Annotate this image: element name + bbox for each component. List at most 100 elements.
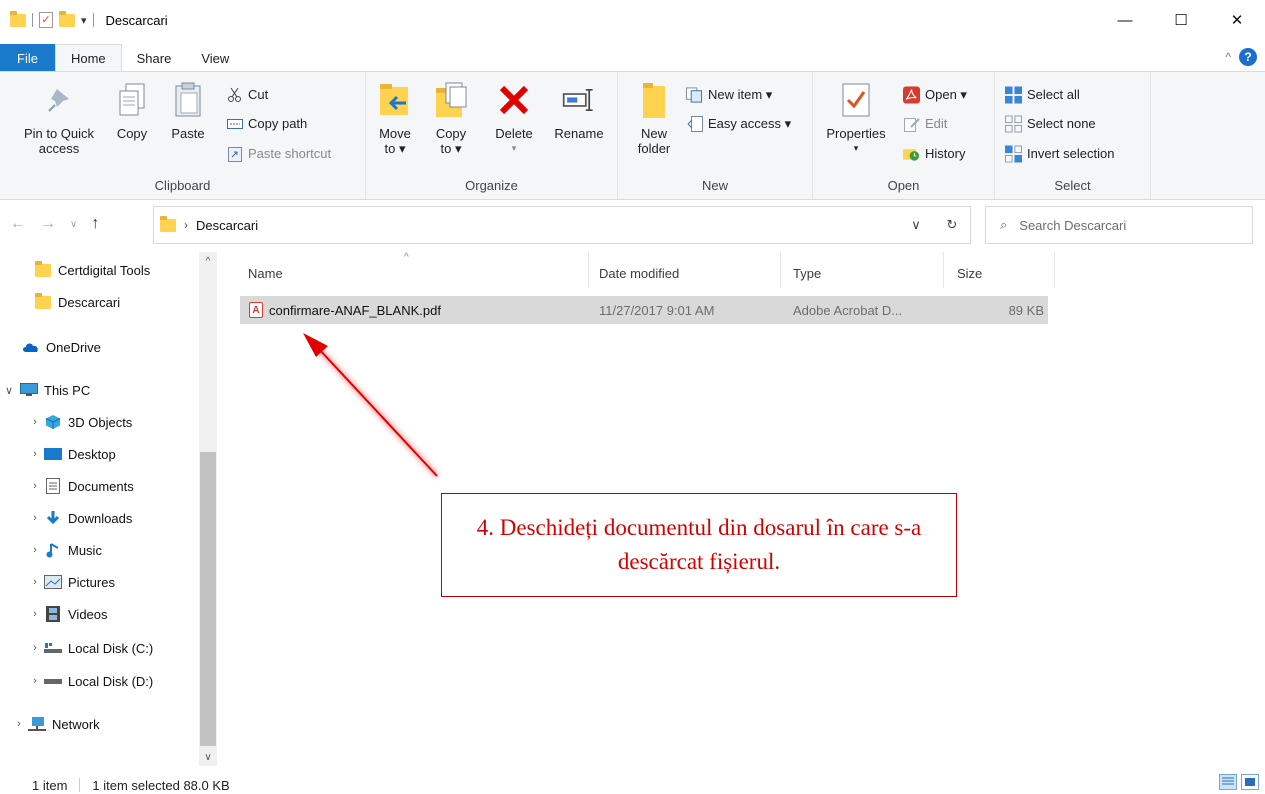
window-controls: — ☐ ✕ <box>1097 0 1265 40</box>
scroll-down-icon[interactable]: ∨ <box>199 748 217 766</box>
expand-icon[interactable]: › <box>10 718 28 730</box>
file-type: Adobe Acrobat D... <box>793 302 903 318</box>
copy-path-button[interactable]: Copy path <box>226 115 307 132</box>
forward-arrow-icon[interactable]: → <box>40 215 56 233</box>
column-header-name[interactable]: Name <box>248 260 588 286</box>
refresh-icon[interactable]: ↻ <box>934 207 970 243</box>
sidebar-item-videos[interactable]: › Videos <box>26 602 108 626</box>
delete-dropdown-icon[interactable]: ▾ <box>512 141 517 156</box>
download-arrow-icon <box>44 510 62 526</box>
expand-icon[interactable]: › <box>26 480 44 492</box>
cut-button[interactable]: Cut <box>226 86 268 103</box>
scroll-up-icon[interactable]: ^ <box>199 252 217 270</box>
new-folder-button[interactable]: New folder <box>632 80 676 156</box>
address-bar[interactable]: › Descarcari ∨ ↻ <box>153 206 971 244</box>
close-button[interactable]: ✕ <box>1209 0 1265 40</box>
search-input[interactable] <box>1019 217 1220 233</box>
organize-group: Move to ▾ Copy to ▾ Delete ▾ Rename Orga… <box>366 72 618 199</box>
column-separator[interactable] <box>1054 252 1055 288</box>
properties-dropdown-icon[interactable]: ▾ <box>854 141 859 156</box>
invert-selection-button[interactable]: Invert selection <box>1005 145 1114 162</box>
rename-button[interactable]: Rename <box>550 80 608 141</box>
sidebar-item-pictures[interactable]: › Pictures <box>26 570 115 594</box>
tab-view[interactable]: View <box>186 44 244 72</box>
scissors-icon <box>226 86 243 103</box>
sidebar-item-label: Documents <box>68 478 134 494</box>
expand-icon[interactable]: › <box>26 416 44 428</box>
sidebar-item-label: Local Disk (D:) <box>68 673 154 689</box>
customize-quick-access-icon[interactable]: ▾ <box>81 14 87 27</box>
maximize-button[interactable]: ☐ <box>1153 0 1209 40</box>
tab-share[interactable]: Share <box>122 44 187 72</box>
up-arrow-icon[interactable]: ↑ <box>91 215 99 233</box>
minimize-button[interactable]: — <box>1097 0 1153 40</box>
column-separator[interactable] <box>943 252 944 288</box>
details-view-icon[interactable] <box>1219 774 1237 790</box>
sidebar-item-label: Pictures <box>68 574 115 590</box>
new-item-button[interactable]: New item ▾ <box>686 86 772 103</box>
paste-button[interactable]: Paste <box>168 80 208 141</box>
paste-shortcut-button[interactable]: Paste shortcut <box>226 145 331 162</box>
sidebar-item-desktop[interactable]: › Desktop <box>26 442 116 466</box>
expand-icon[interactable]: › <box>26 642 44 654</box>
column-separator[interactable] <box>780 252 781 288</box>
expand-icon[interactable]: › <box>26 544 44 556</box>
expand-icon[interactable]: › <box>26 675 44 687</box>
select-none-button[interactable]: Select none <box>1005 115 1096 132</box>
sidebar-item-certdigital-tools[interactable]: Certdigital Tools <box>34 258 150 282</box>
sidebar-item-music[interactable]: › Music <box>26 538 102 562</box>
collapse-icon[interactable]: ∨ <box>0 384 18 397</box>
expand-icon[interactable]: › <box>26 576 44 588</box>
sidebar-item-local-disk-d[interactable]: › Local Disk (D:) <box>26 669 153 693</box>
back-arrow-icon[interactable]: ← <box>10 215 26 233</box>
sidebar-item-3d-objects[interactable]: › 3D Objects <box>26 410 132 434</box>
sidebar-item-network[interactable]: › Network <box>10 712 100 736</box>
edit-button[interactable]: Edit <box>903 115 947 132</box>
history-button[interactable]: History <box>903 145 965 162</box>
table-row[interactable]: A confirmare-ANAF_BLANK.pdf 11/27/2017 9… <box>240 296 1048 324</box>
sidebar-scrollbar[interactable]: ^ ∨ <box>199 252 217 766</box>
sidebar-item-this-pc[interactable]: ∨ This PC <box>0 378 90 402</box>
select-none-label: Select none <box>1027 116 1096 131</box>
expand-icon[interactable]: › <box>26 512 44 524</box>
pin-to-quick-access-button[interactable]: Pin to Quick access <box>14 80 104 156</box>
search-box[interactable]: ⌕ <box>985 206 1253 244</box>
scroll-thumb[interactable] <box>200 452 216 746</box>
column-header-type[interactable]: Type <box>793 260 933 286</box>
column-separator[interactable] <box>588 252 589 288</box>
open-button[interactable]: Open ▾ <box>903 86 967 103</box>
sidebar-item-local-disk-c[interactable]: › Local Disk (C:) <box>26 636 153 660</box>
copy-to-button[interactable]: Copy to ▾ <box>430 80 472 156</box>
expand-icon[interactable]: › <box>26 448 44 460</box>
address-dropdown-icon[interactable]: ∨ <box>898 207 934 243</box>
sidebar-item-downloads[interactable]: › Downloads <box>26 506 132 530</box>
collapse-ribbon-icon[interactable]: ^ <box>1225 50 1231 64</box>
open-group: Properties ▾ Open ▾ Edit History Open <box>813 72 995 199</box>
address-actions: ∨ ↻ <box>898 207 970 243</box>
sidebar-item-onedrive[interactable]: OneDrive <box>22 335 101 359</box>
rename-label: Rename <box>554 126 604 141</box>
column-header-size[interactable]: Size <box>957 260 1047 286</box>
expand-icon[interactable]: › <box>26 608 44 620</box>
select-all-button[interactable]: Select all <box>1005 86 1080 103</box>
tab-home[interactable]: Home <box>54 44 122 72</box>
sidebar-item-documents[interactable]: › Documents <box>26 474 134 498</box>
copy-path-label: Copy path <box>248 116 308 131</box>
tab-file[interactable]: File <box>0 44 55 72</box>
column-header-date-modified[interactable]: Date modified <box>599 260 779 286</box>
help-icon[interactable]: ? <box>1239 48 1257 66</box>
properties-quick-icon[interactable]: ✓ <box>39 12 53 28</box>
copy-button[interactable]: Copy <box>112 80 152 141</box>
properties-button[interactable]: Properties ▾ <box>821 80 891 156</box>
select-none-icon <box>1005 115 1022 132</box>
breadcrumb-separator-icon[interactable]: › <box>184 218 188 232</box>
move-to-button[interactable]: Move to ▾ <box>374 80 416 156</box>
sidebar-item-descarcari[interactable]: Descarcari <box>34 290 120 314</box>
file-name-cell[interactable]: A confirmare-ANAF_BLANK.pdf <box>249 296 441 324</box>
easy-access-button[interactable]: Easy access ▾ <box>686 115 791 132</box>
large-icons-view-icon[interactable] <box>1241 774 1259 790</box>
recent-locations-icon[interactable]: ∨ <box>70 215 77 233</box>
breadcrumb-descarcari[interactable]: Descarcari <box>196 218 258 233</box>
new-folder-quick-icon[interactable] <box>59 10 75 27</box>
delete-button[interactable]: Delete ▾ <box>490 80 538 156</box>
